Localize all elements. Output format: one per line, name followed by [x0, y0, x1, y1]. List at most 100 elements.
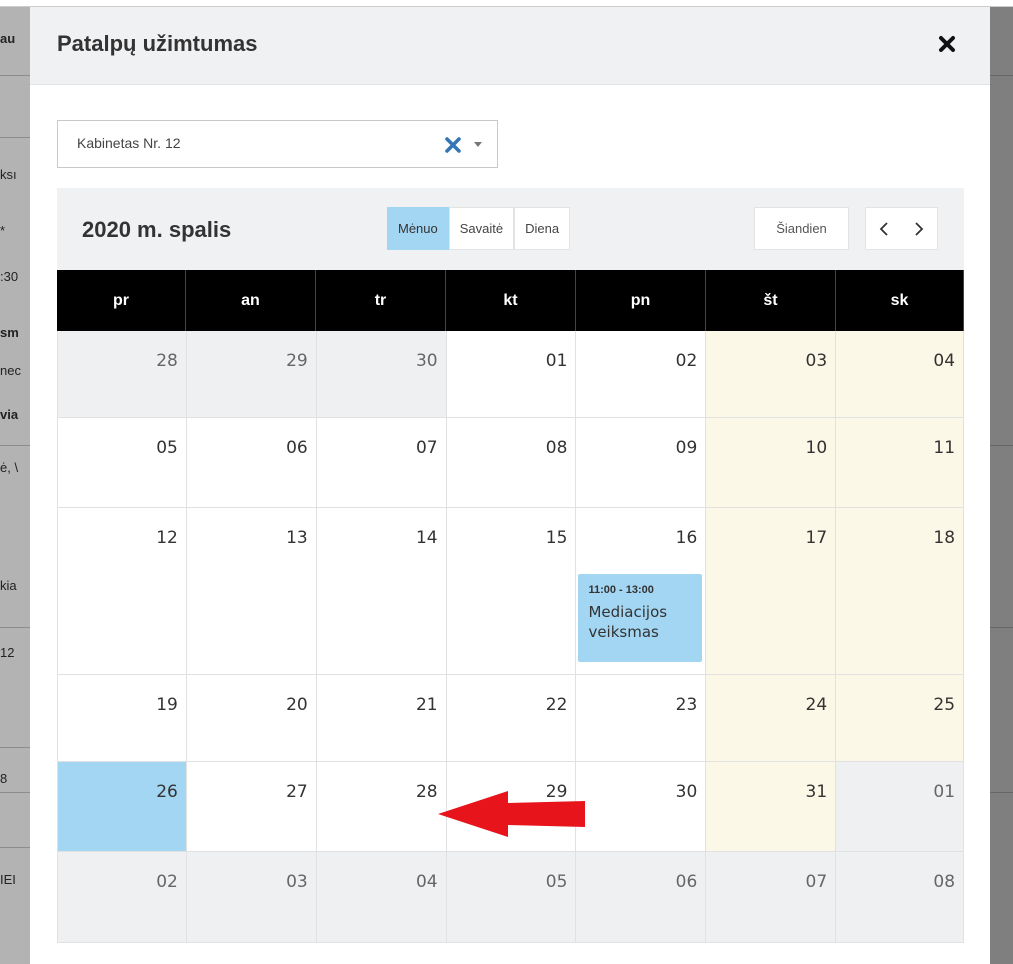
day-number: 27	[286, 782, 308, 802]
day-number: 24	[805, 695, 828, 715]
weekday-label: tr	[316, 270, 446, 331]
calendar-day-cell[interactable]: 29	[186, 331, 317, 417]
calendar-nav	[865, 207, 938, 250]
calendar-day-cell[interactable]: 07	[706, 852, 837, 942]
calendar-day-cell[interactable]: 24	[706, 675, 837, 761]
calendar-day-cell[interactable]: 08	[446, 418, 577, 507]
calendar-day-cell[interactable]: 04	[836, 331, 965, 417]
calendar-day-cell[interactable]: 01	[446, 331, 577, 417]
day-number: 01	[545, 351, 568, 371]
calendar-week-row: 19 20 21 22 23 24 25	[58, 675, 965, 762]
calendar-day-cell[interactable]: 28	[58, 331, 187, 417]
room-select[interactable]: Kabinetas Nr. 12	[57, 120, 498, 168]
calendar-week-row: 05 06 07 08 09 10 11	[58, 418, 965, 508]
calendar-day-cell[interactable]: 30	[576, 762, 707, 851]
calendar-day-cell[interactable]: 14	[316, 508, 447, 674]
calendar-day-cell[interactable]: 31	[706, 762, 837, 851]
day-number: 28	[415, 782, 438, 802]
calendar-day-cell-today[interactable]: 26	[58, 762, 187, 851]
day-number: 28	[156, 351, 178, 371]
calendar-day-cell[interactable]: 08	[836, 852, 965, 942]
day-number: 08	[933, 872, 956, 892]
prev-month-button[interactable]	[866, 208, 902, 249]
background-text-fragment: IEI	[0, 872, 16, 887]
weekday-label: an	[186, 270, 316, 331]
calendar-day-cell[interactable]: 05	[446, 852, 577, 942]
calendar-day-cell[interactable]: 30	[316, 331, 447, 417]
calendar-week-row: 02 03 04 05 06 07 08	[58, 852, 965, 943]
view-switcher: Mėnuo Savaitė Diena	[387, 207, 571, 250]
day-number: 19	[156, 695, 178, 715]
calendar-day-cell[interactable]: 23	[576, 675, 707, 761]
close-button[interactable]	[932, 29, 962, 59]
calendar-day-cell[interactable]: 03	[186, 852, 317, 942]
calendar-day-cell[interactable]: 01	[836, 762, 965, 851]
background-page-left: au ksı *:30 sm nec via ė, \ kia 12 8 IEI	[0, 7, 30, 964]
calendar-day-cell[interactable]: 22	[446, 675, 577, 761]
day-number: 20	[286, 695, 308, 715]
background-text-fragment: kia	[0, 578, 17, 593]
view-button-diena[interactable]: Diena	[514, 207, 571, 250]
event-time: 11:00 - 13:00	[588, 584, 654, 596]
today-button[interactable]: Šiandien	[754, 207, 849, 250]
clear-selection-button[interactable]	[444, 136, 462, 154]
background-text-fragment: ksı	[0, 167, 17, 182]
weekday-label: kt	[446, 270, 576, 331]
calendar-day-cell[interactable]: 04	[316, 852, 447, 942]
day-number: 29	[286, 351, 308, 371]
day-number: 03	[286, 872, 308, 892]
day-number: 05	[545, 872, 568, 892]
calendar-day-cell[interactable]: 27	[186, 762, 317, 851]
calendar-day-cell[interactable]: 10	[706, 418, 837, 507]
calendar-day-cell[interactable]: 06	[576, 852, 707, 942]
calendar-day-cell[interactable]: 20	[186, 675, 317, 761]
day-number: 26	[156, 782, 178, 802]
calendar-day-cell[interactable]: 12	[58, 508, 187, 674]
calendar-day-cell[interactable]: 18	[836, 508, 965, 674]
event-title: Mediacijos veiksmas	[588, 603, 668, 641]
clear-icon	[445, 137, 461, 153]
day-number: 30	[675, 782, 698, 802]
background-text-fragment: ė, \	[0, 460, 19, 475]
calendar-day-cell[interactable]: 21	[316, 675, 447, 761]
calendar-day-cell[interactable]: 11	[836, 418, 965, 507]
calendar-day-cell[interactable]: 25	[836, 675, 965, 761]
calendar-day-cell[interactable]: 17	[706, 508, 837, 674]
modal-title: Patalpų užimtumas	[57, 31, 258, 56]
calendar-day-cell[interactable]: 03	[706, 331, 837, 417]
day-number: 23	[675, 695, 698, 715]
background-text-fragment: sm	[0, 325, 19, 340]
chevron-down-icon[interactable]	[474, 142, 482, 147]
calendar-day-cell[interactable]: 02	[58, 852, 187, 942]
next-month-button[interactable]	[902, 208, 938, 249]
day-number: 04	[415, 872, 438, 892]
calendar-day-cell[interactable]: 13	[186, 508, 317, 674]
day-number: 07	[415, 438, 438, 458]
red-arrow-icon	[438, 791, 585, 837]
weekday-label: sk	[836, 270, 964, 331]
calendar-day-cell[interactable]: 06	[186, 418, 317, 507]
calendar-day-cell[interactable]: 09	[576, 418, 707, 507]
day-number: 18	[933, 528, 956, 548]
day-number: 14	[415, 528, 438, 548]
day-number: 04	[933, 351, 956, 371]
day-number: 03	[805, 351, 828, 371]
day-number: 31	[805, 782, 828, 802]
day-number: 10	[805, 438, 828, 458]
calendar-day-cell[interactable]: 15	[446, 508, 577, 674]
day-number: 25	[933, 695, 956, 715]
calendar-day-cell[interactable]: 07	[316, 418, 447, 507]
day-number: 21	[415, 695, 438, 715]
calendar-event[interactable]: 11:00 - 13:00 Mediacijos veiksmas	[578, 574, 703, 662]
calendar-day-cell[interactable]: 19	[58, 675, 187, 761]
view-button-savaitė[interactable]: Savaitė	[448, 207, 515, 250]
calendar-day-cell[interactable]: 16 11:00 - 13:00 Mediacijos veiksmas	[576, 508, 707, 674]
calendar-day-cell[interactable]: 02	[576, 331, 707, 417]
weekday-label: št	[706, 270, 836, 331]
weekday-header: pr an tr kt pn št sk	[57, 270, 964, 331]
day-number: 22	[545, 695, 568, 715]
view-button-mėnuo[interactable]: Mėnuo	[387, 207, 449, 250]
calendar-day-cell[interactable]: 05	[58, 418, 187, 507]
background-text-fragment: *	[0, 223, 6, 238]
calendar-day-cell[interactable]: 28	[316, 762, 447, 851]
